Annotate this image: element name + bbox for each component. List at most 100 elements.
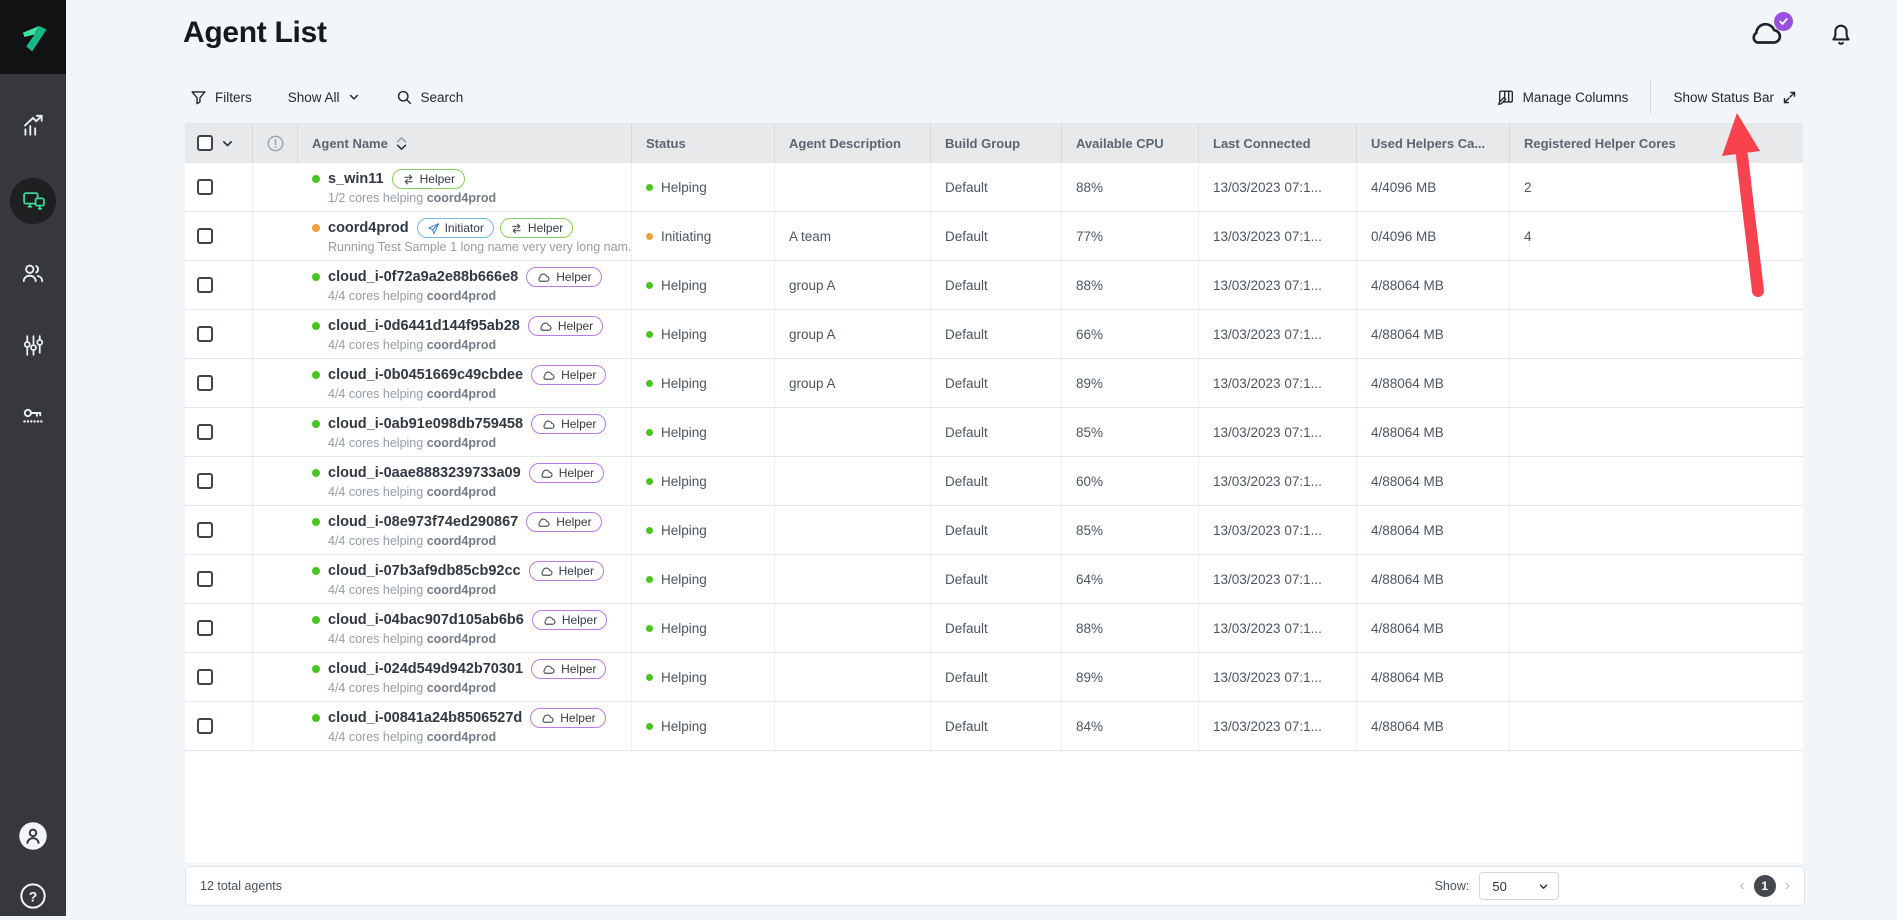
row-checkbox[interactable]	[197, 228, 213, 244]
registered-cores-cell	[1510, 555, 1803, 603]
current-page-button[interactable]: 1	[1754, 875, 1776, 897]
description-cell	[775, 457, 931, 505]
available-cpu-cell: 88%	[1062, 163, 1199, 211]
cloud-status-button[interactable]	[1747, 18, 1785, 53]
description-cell	[775, 163, 931, 211]
table-row[interactable]: cloud_i-07b3af9db85cb92cc Helper 4/4 cor…	[185, 555, 1803, 604]
next-page-button[interactable]: ›	[1785, 878, 1790, 894]
sidebar-item-agents[interactable]	[0, 177, 66, 225]
status-dot	[646, 184, 653, 191]
sort-icon[interactable]	[396, 137, 407, 150]
registered-cores-cell: 4	[1510, 212, 1803, 260]
column-header-description[interactable]: Agent Description	[775, 123, 931, 163]
filters-button[interactable]: Filters	[190, 89, 252, 106]
row-alert-cell	[253, 702, 298, 750]
agent-name-cell: cloud_i-00841a24b8506527d Helper 4/4 cor…	[298, 702, 632, 750]
sidebar-item-analytics[interactable]	[0, 101, 66, 149]
status-label: Helping	[661, 719, 707, 734]
status-dot	[646, 282, 653, 289]
column-header-agent-name[interactable]: Agent Name	[298, 123, 632, 163]
cloud-icon	[539, 467, 554, 480]
show-status-bar-button[interactable]: Show Status Bar	[1673, 90, 1797, 105]
table-row[interactable]: cloud_i-0ab91e098db759458 Helper 4/4 cor…	[185, 408, 1803, 457]
table-row[interactable]: coord4prod InitiatorHelper Running Test …	[185, 212, 1803, 261]
row-checkbox[interactable]	[197, 375, 213, 391]
status-dot	[646, 478, 653, 485]
select-menu-chevron-icon[interactable]	[221, 137, 234, 150]
badge-label: Initiator	[445, 221, 484, 235]
column-header-last-connected[interactable]: Last Connected	[1199, 123, 1357, 163]
row-checkbox[interactable]	[197, 620, 213, 636]
status-cell: Helping	[632, 359, 775, 407]
table-row[interactable]: cloud_i-04bac907d105ab6b6 Helper 4/4 cor…	[185, 604, 1803, 653]
registered-cores-cell	[1510, 359, 1803, 407]
used-helpers-cell: 4/88064 MB	[1357, 261, 1510, 309]
column-header-status[interactable]: Status	[632, 123, 775, 163]
registered-cores-cell	[1510, 702, 1803, 750]
row-checkbox[interactable]	[197, 473, 213, 489]
total-agents-label: 12 total agents	[200, 879, 282, 893]
row-alert-cell	[253, 506, 298, 554]
build-group-cell: Default	[931, 604, 1062, 652]
available-cpu-cell: 88%	[1062, 604, 1199, 652]
show-all-dropdown[interactable]: Show All	[288, 90, 360, 105]
column-label: Status	[646, 136, 686, 151]
table-row[interactable]: cloud_i-0b0451669c49cbdee Helper 4/4 cor…	[185, 359, 1803, 408]
table-row[interactable]: cloud_i-00841a24b8506527d Helper 4/4 cor…	[185, 702, 1803, 751]
agent-name: cloud_i-0d6441d144f95ab28	[328, 318, 520, 334]
row-alert-cell	[253, 457, 298, 505]
sidebar-item-license[interactable]	[0, 393, 66, 441]
column-header-used-helpers[interactable]: Used Helpers Ca...	[1357, 123, 1510, 163]
manage-columns-button[interactable]: Manage Columns	[1497, 88, 1629, 106]
status-label: Helping	[661, 621, 707, 636]
table-row[interactable]: cloud_i-0f72a9a2e88b666e8 Helper 4/4 cor…	[185, 261, 1803, 310]
table-row[interactable]: cloud_i-0d6441d144f95ab28 Helper 4/4 cor…	[185, 310, 1803, 359]
column-header-available-cpu[interactable]: Available CPU	[1062, 123, 1199, 163]
page-size-select[interactable]: 50	[1479, 872, 1559, 900]
agent-name-cell: coord4prod InitiatorHelper Running Test …	[298, 212, 632, 260]
row-checkbox[interactable]	[197, 326, 213, 342]
agent-name: coord4prod	[328, 220, 409, 236]
row-checkbox[interactable]	[197, 179, 213, 195]
agent-name-cell: cloud_i-0d6441d144f95ab28 Helper 4/4 cor…	[298, 310, 632, 358]
row-checkbox[interactable]	[197, 277, 213, 293]
badge-helper-cloud: Helper	[531, 365, 606, 385]
search-button[interactable]: Search	[396, 89, 464, 106]
agent-name-cell: cloud_i-0aae8883239733a09 Helper 4/4 cor…	[298, 457, 632, 505]
used-helpers-cell: 4/88064 MB	[1357, 555, 1510, 603]
column-header-build-group[interactable]: Build Group	[931, 123, 1062, 163]
last-connected-cell: 13/03/2023 07:1...	[1199, 163, 1357, 211]
table-row[interactable]: cloud_i-024d549d942b70301 Helper 4/4 cor…	[185, 653, 1803, 702]
row-checkbox[interactable]	[197, 424, 213, 440]
agent-name: cloud_i-0f72a9a2e88b666e8	[328, 269, 518, 285]
registered-cores-cell	[1510, 506, 1803, 554]
help-icon: ?	[19, 882, 47, 910]
status-label: Helping	[661, 425, 707, 440]
last-connected-cell: 13/03/2023 07:1...	[1199, 555, 1357, 603]
badge-helper-cloud: Helper	[529, 561, 604, 581]
table-row[interactable]: cloud_i-08e973f74ed290867 Helper 4/4 cor…	[185, 506, 1803, 555]
column-header-registered-helper-cores[interactable]: Registered Helper Cores	[1510, 123, 1803, 163]
table-row[interactable]: cloud_i-0aae8883239733a09 Helper 4/4 cor…	[185, 457, 1803, 506]
sidebar-item-settings[interactable]	[0, 321, 66, 369]
sidebar-help[interactable]: ?	[0, 872, 66, 920]
app-logo[interactable]	[0, 0, 66, 74]
row-alert-cell	[253, 261, 298, 309]
agent-name: cloud_i-04bac907d105ab6b6	[328, 612, 524, 628]
sidebar-user-avatar[interactable]	[0, 812, 66, 860]
row-checkbox[interactable]	[197, 571, 213, 587]
row-checkbox[interactable]	[197, 522, 213, 538]
badge-initiator: Initiator	[417, 218, 494, 238]
table-row[interactable]: s_win11 Helper 1/2 cores helping coord4p…	[185, 163, 1803, 212]
sidebar-item-users[interactable]	[0, 249, 66, 297]
agent-subtext: 4/4 cores helping coord4prod	[328, 681, 496, 695]
used-helpers-cell: 4/88064 MB	[1357, 359, 1510, 407]
notifications-button[interactable]	[1827, 18, 1855, 53]
row-checkbox[interactable]	[197, 718, 213, 734]
build-group-cell: Default	[931, 555, 1062, 603]
description-cell	[775, 555, 931, 603]
select-all-checkbox[interactable]	[197, 135, 213, 151]
prev-page-button[interactable]: ‹	[1739, 878, 1744, 894]
row-checkbox[interactable]	[197, 669, 213, 685]
last-connected-cell: 13/03/2023 07:1...	[1199, 261, 1357, 309]
